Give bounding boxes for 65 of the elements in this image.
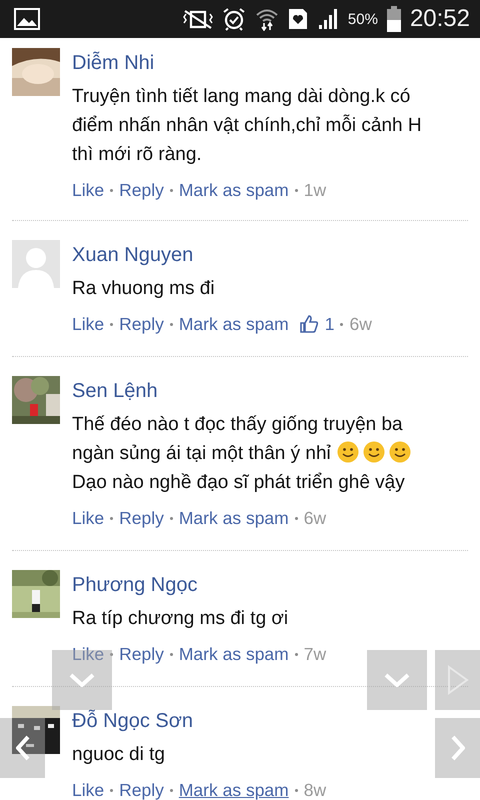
comment-text: nguoc di tg (72, 743, 165, 767)
chevron-down-icon (69, 673, 95, 687)
dot-separator-icon (110, 788, 114, 792)
dot-separator-icon (170, 188, 173, 192)
dot-separator-icon (110, 652, 114, 656)
dot-separator-icon (294, 188, 298, 192)
dot-separator-icon (294, 788, 298, 792)
comment-time: 7w (304, 643, 326, 666)
wifi-icon (254, 7, 279, 31)
spam-link[interactable]: Mark as spam (178, 177, 289, 203)
comment-time: 6w (304, 507, 326, 530)
comment-time: 1w (304, 179, 326, 202)
sd-card-icon (288, 8, 308, 30)
like-link[interactable]: Like (72, 177, 104, 203)
smiley-icon (388, 441, 411, 463)
comment-text: Thế đéo nào t đọc thấy giống truyện ba ngàn sủng ái tại một thân ý nhỉ Dạo nào nghề đạo sĩ phát triển ghê vậy (72, 410, 411, 497)
dot-separator-icon (110, 322, 114, 326)
clock-time: 20:52 (410, 5, 470, 33)
battery-icon (386, 6, 401, 32)
scroll-button[interactable] (0, 718, 45, 778)
dot-separator-icon (110, 516, 114, 520)
play-icon (446, 665, 468, 695)
dot-separator-icon (170, 788, 173, 792)
comment-text: Truyện tình tiết lang mang dài dòng.k có điểm nhấn nhân vật chính,chỉ mỗi cảnh H thì mới rõ ràng. (72, 85, 422, 167)
like-count[interactable]: 1 (324, 311, 334, 337)
spam-link[interactable]: Mark as spam (178, 311, 289, 337)
commenter-name[interactable]: Phương Ngọc (72, 572, 198, 598)
chevron-down-icon (384, 673, 410, 687)
vibrate-mute-icon (182, 8, 213, 30)
chevron-right-icon (450, 735, 464, 761)
dot-separator-icon (170, 516, 173, 520)
comment-time: 8w (304, 779, 326, 800)
reply-link[interactable]: Reply (119, 505, 164, 531)
alarm-icon (222, 7, 246, 31)
smiley-icon (362, 441, 385, 463)
dot-separator-icon (170, 652, 173, 656)
reply-link[interactable]: Reply (119, 311, 164, 337)
spam-link[interactable]: Mark as spam (178, 641, 289, 667)
smiley-icon (336, 441, 359, 463)
spam-link[interactable]: Mark as spam (178, 505, 289, 531)
spam-link[interactable]: Mark as spam (178, 777, 289, 800)
image-icon (14, 8, 40, 30)
comment-text: Ra típ chương ms đi tg ơi (72, 607, 288, 631)
dot-separator-icon (110, 188, 114, 192)
like-link[interactable]: Like (72, 505, 104, 531)
commenter-name[interactable]: Sen Lệnh (72, 378, 158, 404)
reply-link[interactable]: Reply (119, 777, 164, 800)
reply-link[interactable]: Reply (119, 641, 164, 667)
battery-percentage: 50% (348, 10, 378, 28)
reply-link[interactable]: Reply (119, 177, 164, 203)
commenter-name[interactable]: Đỗ Ngọc Sơn (72, 708, 193, 734)
play-button[interactable] (435, 650, 480, 710)
comment-text: Ra vhuong ms đi (72, 277, 215, 301)
dot-separator-icon (294, 652, 298, 656)
comment-time: 6w (349, 313, 372, 336)
commenter-name[interactable]: Xuan Nguyen (72, 242, 194, 268)
dot-separator-icon (170, 322, 173, 326)
signal-icon (316, 8, 339, 30)
dot-separator-icon (294, 516, 298, 520)
like-link[interactable]: Like (72, 777, 104, 800)
like-link[interactable]: Like (72, 311, 104, 337)
thumbs-up-icon (298, 314, 319, 334)
dot-separator-icon (340, 322, 344, 326)
commenter-name[interactable]: Diễm Nhi (72, 50, 154, 76)
chevron-left-icon (16, 735, 30, 761)
